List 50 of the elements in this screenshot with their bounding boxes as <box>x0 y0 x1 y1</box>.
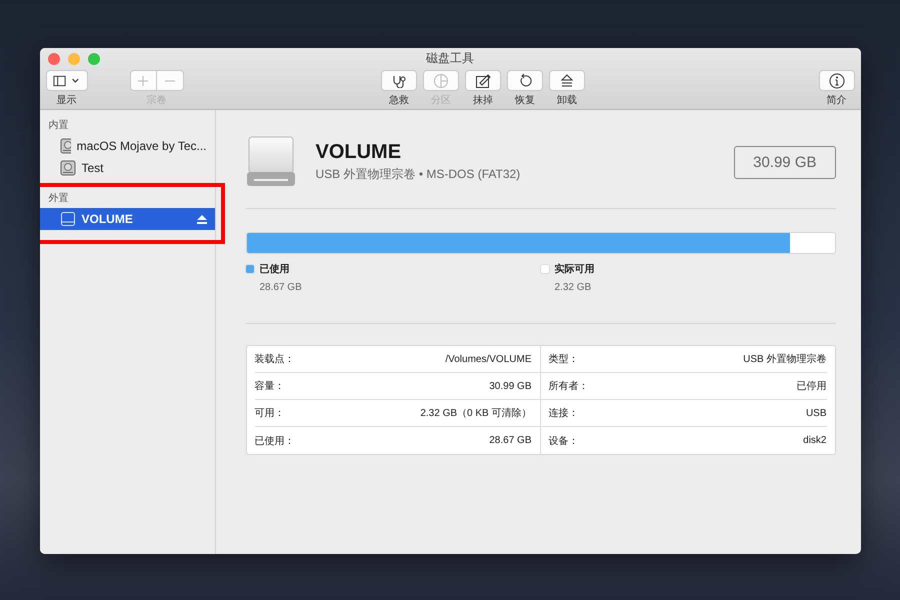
restore-button[interactable] <box>507 70 543 91</box>
info-value: 已停用 <box>796 380 826 393</box>
info-label: 已使用： <box>254 434 294 448</box>
sidebar-item[interactable]: VOLUME <box>40 208 214 230</box>
external-drive-icon <box>246 136 296 188</box>
eject-icon[interactable] <box>196 214 206 224</box>
erase-button[interactable] <box>465 70 501 91</box>
info-button[interactable] <box>818 70 854 91</box>
toolbar-label: 卸载 <box>557 94 577 107</box>
sidebar-item[interactable]: Test <box>40 157 214 179</box>
pencil-icon <box>475 72 491 88</box>
info-value: disk2 <box>803 435 826 446</box>
info-value: 30.99 GB <box>489 380 532 392</box>
volume-description: USB 外置物理宗卷 • MS-DOS (FAT32) <box>316 166 522 183</box>
sidebar-icon <box>52 74 80 86</box>
volume-size: 30.99 GB <box>734 146 836 178</box>
legend-label: 实际可用 <box>554 262 594 276</box>
info-value: /Volumes/VOLUME <box>445 354 532 364</box>
section-header: 外置 <box>48 192 70 205</box>
info-label: 类型： <box>548 352 578 366</box>
sidebar-item[interactable]: macOS Mojave by Tec... <box>40 135 214 157</box>
window-title: 磁盘工具 <box>426 50 474 66</box>
legend-label: 已使用 <box>260 262 290 276</box>
info-label: 设备： <box>548 434 578 448</box>
volume-name: VOLUME <box>316 141 402 164</box>
pie-icon <box>433 72 449 88</box>
unmount-button[interactable] <box>549 70 585 91</box>
info-label: 所有者： <box>548 380 588 393</box>
info-value: USB 外置物理宗卷 <box>743 352 826 366</box>
info-icon <box>828 72 844 88</box>
info-label: 容量： <box>254 380 284 393</box>
info-value: 28.67 GB <box>489 435 532 446</box>
legend-value: 2.32 GB <box>554 282 592 293</box>
toolbar-label: 显示 <box>56 94 76 107</box>
toolbar-label: 抹掉 <box>473 94 493 107</box>
info-value: USB <box>806 408 826 418</box>
section-header: 内置 <box>48 118 70 132</box>
info-label: 连接： <box>548 406 578 420</box>
info-label: 可用： <box>254 407 284 420</box>
info-value: 2.32 GB（0 KB 可清除） <box>420 406 532 420</box>
stethoscope-icon <box>391 74 407 88</box>
sidebar-toggle-button[interactable] <box>46 70 88 91</box>
toolbar-label: 简介 <box>826 94 846 107</box>
firstaid-button[interactable] <box>381 70 417 91</box>
plus-icon <box>137 74 149 86</box>
legend-value: 28.67 GB <box>258 282 303 293</box>
eject-icon <box>560 72 574 88</box>
toolbar-label: 急救 <box>389 94 409 107</box>
toolbar-label: 恢复 <box>515 94 535 107</box>
info-label: 装载点： <box>254 352 294 366</box>
